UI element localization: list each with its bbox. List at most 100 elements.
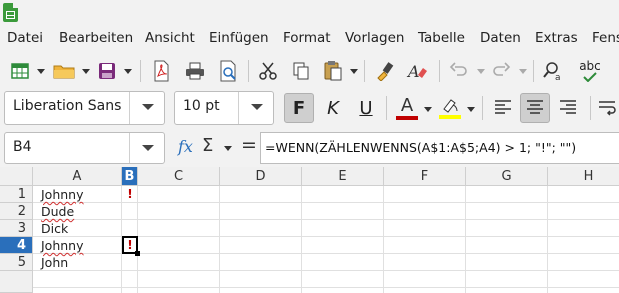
menu-datei[interactable]: Datei xyxy=(7,30,43,46)
redo-icon[interactable] xyxy=(489,58,513,84)
cell-a5[interactable]: John xyxy=(41,254,68,271)
clone-formatting-icon[interactable] xyxy=(373,58,397,84)
font-color-dropdown-arrow[interactable] xyxy=(424,107,432,112)
font-name-combo[interactable]: Liberation Sans xyxy=(4,91,165,125)
font-size-combo[interactable]: 10 pt xyxy=(174,91,274,125)
svg-text:a: a xyxy=(555,73,561,82)
paste-icon[interactable] xyxy=(321,58,345,84)
clear-formatting-icon[interactable]: A xyxy=(405,58,429,84)
grid-line xyxy=(33,202,619,203)
save-dropdown-arrow[interactable] xyxy=(124,69,132,74)
column-header-c[interactable]: C xyxy=(138,167,220,186)
undo-icon[interactable] xyxy=(447,58,471,84)
name-box-dropdown-icon[interactable] xyxy=(129,133,164,163)
open-dropdown-arrow[interactable] xyxy=(82,69,90,74)
font-color-button[interactable]: A xyxy=(392,93,422,123)
export-pdf-icon[interactable] xyxy=(149,58,173,84)
toolbar-separator xyxy=(533,60,534,82)
cell-a1[interactable]: Johnny xyxy=(41,186,84,203)
column-header-d[interactable]: D xyxy=(220,167,302,186)
cell-a2[interactable]: Dude xyxy=(41,203,74,220)
column-header-a[interactable]: A xyxy=(33,167,122,186)
undo-dropdown-arrow[interactable] xyxy=(477,69,485,74)
print-icon[interactable] xyxy=(182,58,208,84)
menu-bar: Datei Bearbeiten Ansicht Einfügen Format… xyxy=(0,28,619,50)
menu-daten[interactable]: Daten xyxy=(480,30,521,46)
formula-equals-button[interactable]: = xyxy=(241,134,257,156)
print-preview-icon[interactable] xyxy=(216,58,240,84)
find-replace-icon[interactable]: a xyxy=(542,58,568,84)
font-size-value: 10 pt xyxy=(183,98,220,114)
sum-button[interactable]: Σ xyxy=(202,135,213,156)
row-header-1[interactable]: 1 xyxy=(0,186,33,203)
row-header-4[interactable]: 4 xyxy=(0,237,33,254)
menu-extras[interactable]: Extras xyxy=(535,30,578,46)
spellcheck-label: abc xyxy=(579,59,601,73)
standard-toolbar: A a abc xyxy=(0,52,619,90)
align-right-icon[interactable] xyxy=(553,93,583,123)
highlight-color-icon[interactable] xyxy=(435,93,465,123)
svg-text:A: A xyxy=(406,62,420,81)
toolbar-separator xyxy=(248,60,249,82)
menu-bearbeiten[interactable]: Bearbeiten xyxy=(59,30,133,46)
cell-a3[interactable]: Dick xyxy=(41,220,68,237)
name-box[interactable]: B4 xyxy=(4,132,165,164)
fill-handle[interactable] xyxy=(135,251,140,256)
bold-button[interactable]: F xyxy=(284,93,314,123)
highlight-dropdown-arrow[interactable] xyxy=(467,107,475,112)
paste-dropdown-arrow[interactable] xyxy=(350,69,358,74)
italic-button[interactable]: K xyxy=(318,93,348,123)
new-dropdown-arrow[interactable] xyxy=(37,69,45,74)
align-left-icon[interactable] xyxy=(488,93,518,123)
spellcheck-icon[interactable]: abc xyxy=(575,58,605,84)
select-all-corner[interactable] xyxy=(0,167,33,186)
menu-fenster[interactable]: Fenster xyxy=(592,30,619,46)
sum-dropdown-arrow[interactable] xyxy=(224,146,232,151)
copy-icon[interactable] xyxy=(289,58,313,84)
save-icon[interactable] xyxy=(95,58,119,84)
grid-line xyxy=(33,219,619,220)
menu-vorlagen[interactable]: Vorlagen xyxy=(345,30,404,46)
column-header-f[interactable]: F xyxy=(384,167,466,186)
grid-line xyxy=(33,253,619,254)
menu-format[interactable]: Format xyxy=(283,30,331,46)
cell-a4[interactable]: Johnny xyxy=(41,237,84,254)
toolbar-separator xyxy=(140,60,141,82)
toolbar-separator xyxy=(386,96,387,120)
formula-text: =WENN(ZÄHLENWENNS(A$1:A$5;A4) > 1; "!"; … xyxy=(265,140,577,155)
grid-line xyxy=(33,287,619,288)
title-strip xyxy=(0,0,619,26)
toolbar-separator xyxy=(590,96,591,120)
column-header-e[interactable]: E xyxy=(302,167,384,186)
toolbar-separator xyxy=(439,60,440,82)
cut-icon[interactable] xyxy=(256,58,280,84)
row-header-5[interactable]: 5 xyxy=(0,254,33,271)
function-wizard-button[interactable]: fx xyxy=(178,137,193,156)
cell-b1[interactable]: ! xyxy=(122,186,138,203)
font-size-dropdown-icon[interactable] xyxy=(238,92,273,124)
font-name-dropdown-icon[interactable] xyxy=(129,92,164,124)
redo-dropdown-arrow[interactable] xyxy=(519,69,527,74)
new-spreadsheet-icon[interactable] xyxy=(9,58,31,84)
toolbar-separator xyxy=(364,60,365,82)
row-header-3[interactable]: 3 xyxy=(0,220,33,237)
align-center-icon[interactable] xyxy=(520,93,550,123)
spreadsheet-grid[interactable]: A B C D E F G H 1 2 3 4 5 Johnny Dude Di… xyxy=(0,167,619,293)
font-name-value: Liberation Sans xyxy=(13,98,122,114)
row-header-6[interactable] xyxy=(0,271,33,293)
menu-ansicht[interactable]: Ansicht xyxy=(145,30,195,46)
open-folder-icon[interactable] xyxy=(51,58,77,84)
column-header-g[interactable]: G xyxy=(466,167,548,186)
font-color-swatch xyxy=(396,116,418,120)
menu-tabelle[interactable]: Tabelle xyxy=(418,30,465,46)
menu-einfuegen[interactable]: Einfügen xyxy=(209,30,269,46)
calc-spreadsheet-icon[interactable] xyxy=(3,3,18,22)
column-header-h[interactable]: H xyxy=(548,167,619,186)
row-header-2[interactable]: 2 xyxy=(0,203,33,220)
formula-input[interactable]: =WENN(ZÄHLENWENNS(A$1:A$5;A4) > 1; "!"; … xyxy=(260,132,619,164)
highlight-color-swatch xyxy=(439,115,461,119)
name-box-value: B4 xyxy=(13,139,32,155)
underline-button[interactable]: U xyxy=(351,93,381,123)
column-header-b[interactable]: B xyxy=(122,167,138,186)
wrap-text-icon[interactable] xyxy=(595,93,619,123)
